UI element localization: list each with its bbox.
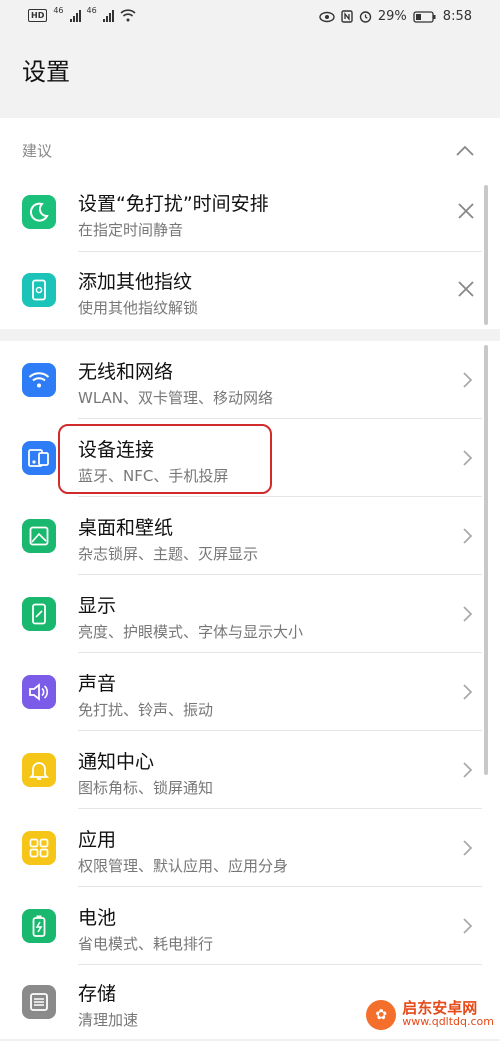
settings-title: 显示 [78,595,117,617]
settings-title: 通知中心 [78,751,155,773]
battery-icon [22,909,56,943]
wifi-icon [22,363,56,397]
wallpaper-icon [22,519,56,553]
settings-item-apps[interactable]: 应用 权限管理、默认应用、应用分身 [0,809,500,887]
chevron-right-icon [463,762,473,778]
display-icon [22,597,56,631]
clock: 8:58 [442,9,472,24]
fingerprint-phone-icon [22,273,56,307]
settings-subtitle: 免打扰、铃声、振动 [78,701,214,719]
storage-icon [22,985,56,1019]
suggestion-item-dnd[interactable]: 设置“免打扰”时间安排 在指定时间静音 [0,173,500,251]
settings-subtitle: 权限管理、默认应用、应用分身 [78,857,289,875]
settings-item-display[interactable]: 显示 亮度、护眼模式、字体与显示大小 [0,575,500,653]
watermark-name: 启东安卓网 [402,999,478,1017]
chevron-right-icon [463,372,473,388]
speaker-icon [22,675,56,709]
chevron-up-icon[interactable] [454,140,476,162]
status-bar: HD 46 46 29% 8:58 [0,0,500,34]
watermark-logo-icon: ✿ [366,1000,397,1030]
settings-subtitle: WLAN、双卡管理、移动网络 [78,389,274,407]
settings-subtitle: 省电模式、耗电排行 [78,935,214,953]
settings-title: 应用 [78,829,117,851]
eye-icon [319,11,335,22]
settings-item-notifications[interactable]: 通知中心 图标角标、锁屏通知 [0,731,500,809]
signal-icon [69,9,81,22]
settings-item-battery[interactable]: 电池 省电模式、耗电排行 [0,887,500,965]
settings-subtitle: 图标角标、锁屏通知 [78,779,214,797]
suggestions-label: 建议 [22,142,53,160]
chevron-right-icon [463,684,473,700]
network-type-1: 46 [53,6,64,15]
settings-title: 电池 [78,907,117,929]
close-icon[interactable] [456,201,476,221]
chevron-right-icon [463,528,473,544]
signal-icon-2 [102,9,114,22]
nfc-icon [341,10,353,23]
settings-title: 声音 [78,673,117,695]
hd-indicator: HD [28,9,48,22]
chevron-right-icon [463,450,473,466]
settings-item-wireless[interactable]: 无线和网络 WLAN、双卡管理、移动网络 [0,341,500,419]
settings-title: 存储 [78,983,117,1005]
settings-item-sound[interactable]: 声音 免打扰、铃声、振动 [0,653,500,731]
settings-title: 无线和网络 [78,361,174,383]
chevron-right-icon [463,918,473,934]
suggestion-title: 设置“免打扰”时间安排 [78,193,269,215]
settings-subtitle: 清理加速 [78,1011,139,1029]
settings-subtitle: 亮度、护眼模式、字体与显示大小 [78,623,304,641]
settings-subtitle: 杂志锁屏、主题、灭屏显示 [78,545,259,563]
highlight-box [58,424,272,494]
scrollbar[interactable] [484,345,488,775]
suggestion-subtitle: 在指定时间静音 [78,221,184,239]
chevron-right-icon [463,606,473,622]
alarm-icon [359,11,372,23]
wifi-status-icon [120,9,136,22]
battery-status-icon [413,10,436,23]
device-connect-icon [22,441,56,475]
suggestion-title: 添加其他指纹 [78,271,193,293]
scrollbar[interactable] [484,185,488,325]
watermark-url: www.qdltdq.com [402,1015,494,1028]
moon-icon [22,195,56,229]
network-type-2: 46 [86,6,97,15]
close-icon[interactable] [456,279,476,299]
settings-item-wallpaper[interactable]: 桌面和壁纸 杂志锁屏、主题、灭屏显示 [0,497,500,575]
watermark: ✿ 启东安卓网 www.qdltdq.com [366,1000,494,1030]
suggestion-subtitle: 使用其他指纹解锁 [78,299,199,317]
suggestion-item-fingerprint[interactable]: 添加其他指纹 使用其他指纹解锁 [0,251,500,329]
page-title: 设置 [22,58,70,86]
settings-title: 桌面和壁纸 [78,517,174,539]
battery-percent: 29% [377,9,407,24]
chevron-right-icon [463,840,473,856]
apps-grid-icon [22,831,56,865]
bell-icon [22,753,56,787]
